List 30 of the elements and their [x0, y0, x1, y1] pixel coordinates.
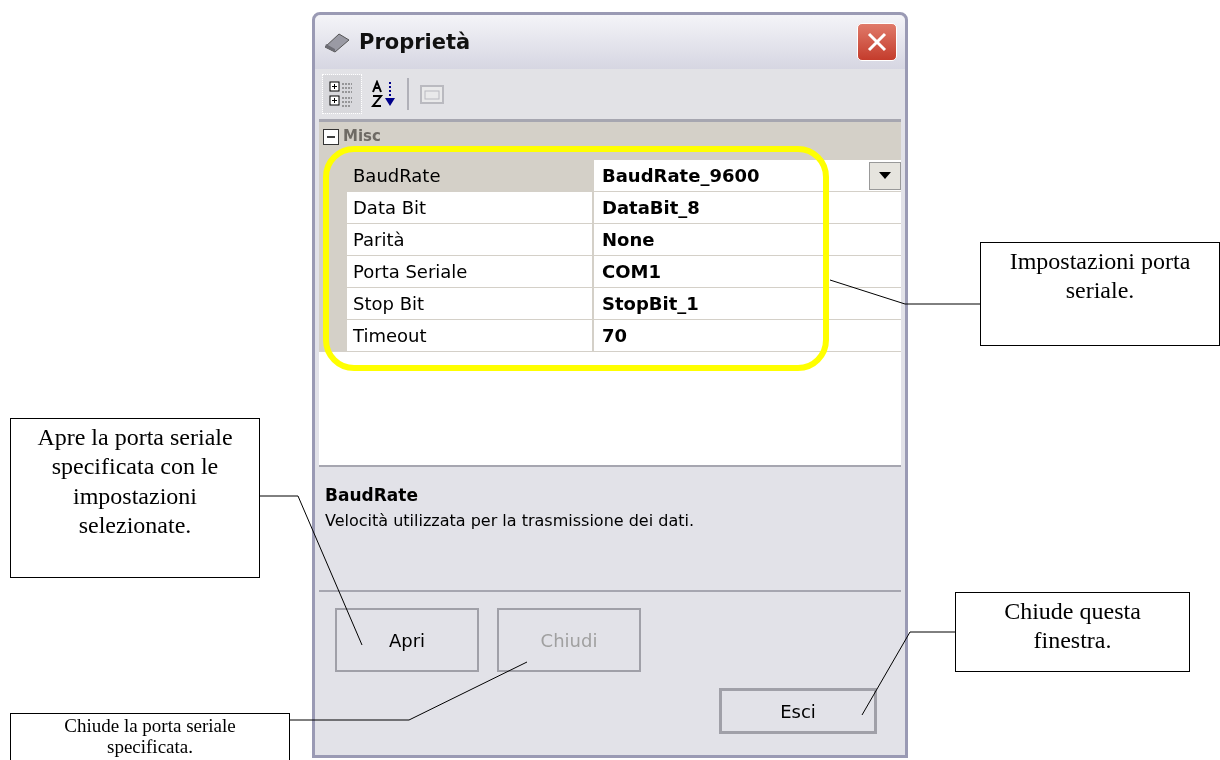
caret-icon [879, 172, 891, 179]
callout-note: Chiude la porta seriale specificata. [10, 713, 290, 760]
property-value: 70 [602, 325, 629, 346]
property-value: DataBit_8 [602, 197, 701, 218]
property-pages-icon [419, 82, 445, 106]
property-name[interactable]: Porta Seriale [347, 256, 594, 288]
exit-button[interactable]: Esci [719, 688, 877, 734]
property-value: COM1 [602, 261, 662, 282]
description-title: BaudRate [325, 485, 419, 505]
callout-note: Apre la porta seriale specificata con le impostazioni selezionate. [10, 418, 260, 578]
close-button[interactable] [857, 23, 897, 61]
property-name[interactable]: Data Bit [347, 192, 594, 224]
property-value: StopBit_1 [602, 293, 700, 314]
action-button[interactable]: Apri [335, 608, 479, 672]
callout-note: Impostazioni porta seriale. [980, 242, 1220, 346]
categorized-icon [329, 80, 355, 108]
property-value: BaudRate_9600 [602, 165, 761, 186]
eraser-icon [323, 31, 351, 53]
category-label: Misc [343, 127, 381, 145]
close-icon [866, 31, 888, 53]
description-text: Velocità utilizzata per la trasmissione dei dati. [325, 511, 695, 530]
window-title: Proprietà [359, 30, 472, 54]
callout-note: Chiude questa finestra. [955, 592, 1190, 672]
collapse-toggle[interactable] [323, 129, 339, 145]
property-value: None [602, 229, 656, 250]
property-name[interactable]: Stop Bit [347, 288, 594, 320]
property-name[interactable]: Timeout [347, 320, 594, 352]
sort-az-icon [371, 80, 397, 108]
property-name[interactable]: Parità [347, 224, 594, 256]
dropdown-button[interactable] [869, 161, 901, 190]
